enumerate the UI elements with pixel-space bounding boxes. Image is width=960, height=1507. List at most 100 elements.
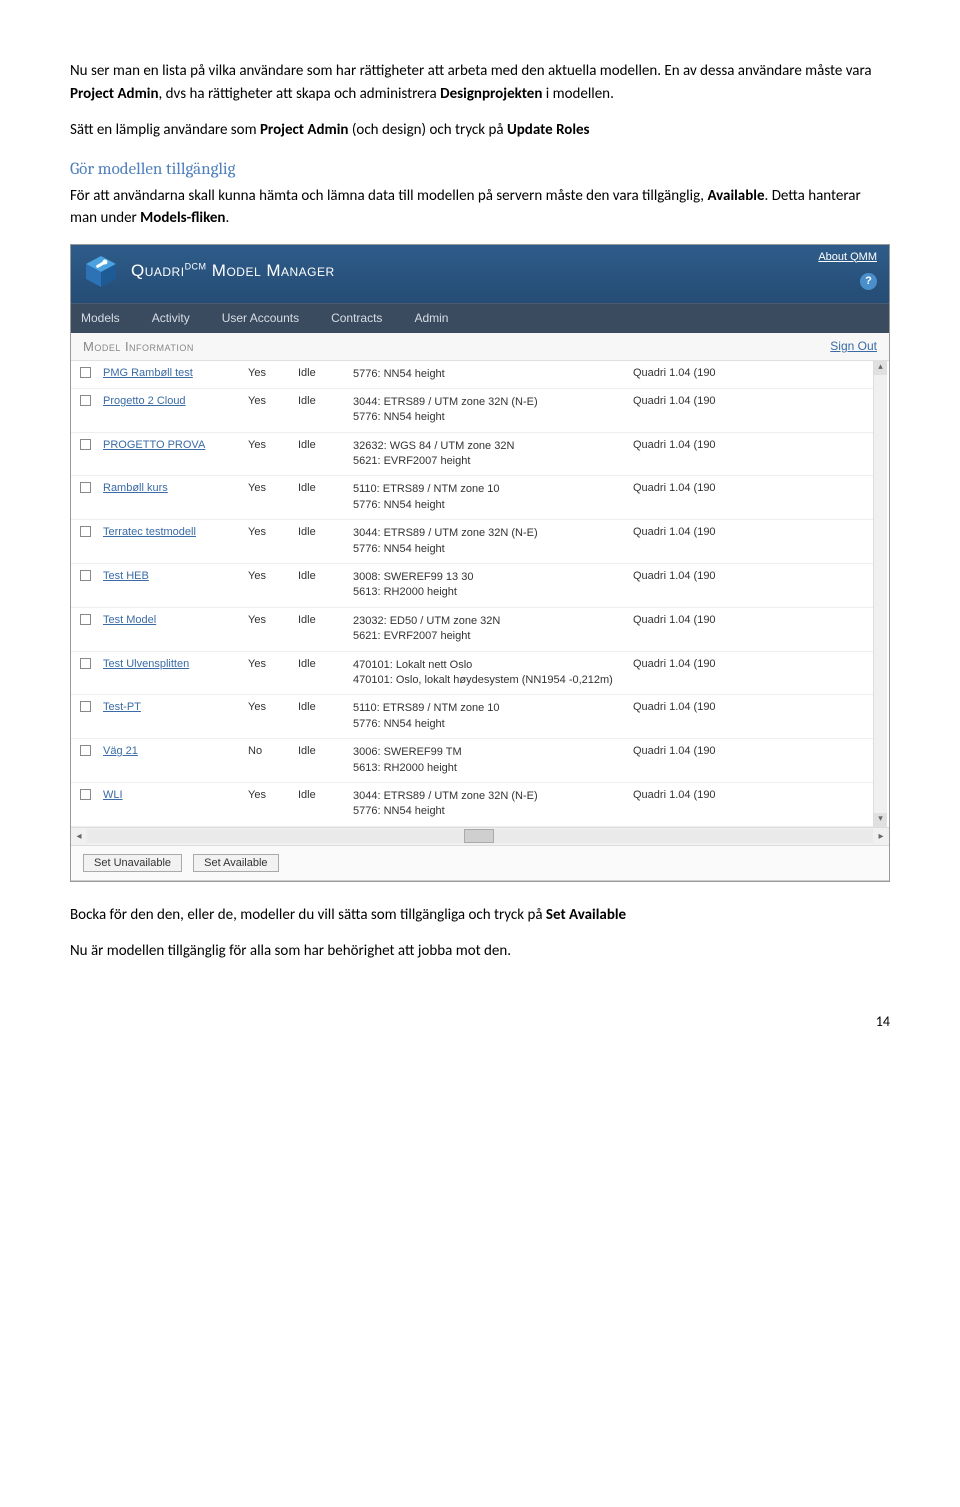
cell-available: Yes [244, 388, 294, 432]
horizontal-scrollbar[interactable]: ◂ ▸ [71, 827, 889, 845]
app-logo-area: QuadriDCM Model Manager [71, 245, 889, 297]
cell-crs: 3044: ETRS89 / UTM zone 32N (N-E)5776: N… [349, 388, 629, 432]
nav-contracts[interactable]: Contracts [331, 311, 382, 325]
nav-admin[interactable]: Admin [414, 311, 448, 325]
text: Sätt en lämplig användare som [70, 121, 260, 139]
cell-feature-catalogue: Quadri 1.04 (190 [629, 739, 874, 783]
cell-activity: Idle [294, 739, 349, 783]
set-unavailable-button[interactable]: Set Unavailable [83, 854, 182, 872]
cell-feature-catalogue: Quadri 1.04 (190 [629, 607, 874, 651]
cell-activity: Idle [294, 564, 349, 608]
text-bold: Set Available [546, 906, 626, 924]
vertical-scrollbar[interactable]: ▴ ▾ [873, 361, 887, 827]
row-checkbox[interactable] [80, 701, 91, 712]
cell-available: Yes [244, 361, 294, 389]
nav-models[interactable]: Models [81, 311, 120, 325]
page-number: 14 [70, 1013, 890, 1030]
text: Nu ser man en lista på vilka användare s… [70, 62, 872, 80]
section-title: Model Information [83, 339, 194, 354]
sign-out-link[interactable]: Sign Out [830, 339, 877, 353]
row-checkbox[interactable] [80, 614, 91, 625]
help-icon[interactable]: ? [860, 273, 877, 290]
app-header: QuadriDCM Model Manager About QMM ? [71, 245, 889, 303]
cell-feature-catalogue: Quadri 1.04 (190 [629, 564, 874, 608]
nav-activity[interactable]: Activity [152, 311, 190, 325]
cell-feature-catalogue: Quadri 1.04 (190 [629, 695, 874, 739]
cell-feature-catalogue: Quadri 1.04 (190 [629, 651, 874, 695]
cell-available: Yes [244, 476, 294, 520]
row-checkbox[interactable] [80, 570, 91, 581]
table-row: Test ModelYesIdle23032: ED50 / UTM zone … [71, 607, 874, 651]
row-checkbox[interactable] [80, 789, 91, 800]
cell-activity: Idle [294, 520, 349, 564]
text: . [225, 209, 229, 227]
cell-crs: 5110: ETRS89 / NTM zone 105776: NN54 hei… [349, 476, 629, 520]
row-checkbox[interactable] [80, 745, 91, 756]
cell-crs: 5110: ETRS89 / NTM zone 105776: NN54 hei… [349, 695, 629, 739]
scroll-right-icon[interactable]: ▸ [873, 831, 889, 842]
scroll-track[interactable] [87, 829, 873, 843]
model-name-link[interactable]: PMG Rambøll test [103, 367, 193, 379]
paragraph-2: Sätt en lämplig användare som Project Ad… [70, 119, 890, 142]
action-bar: Set Unavailable Set Available [71, 845, 889, 881]
text: , dvs ha rättigheter att skapa och admin… [159, 85, 441, 103]
table-row: Terratec testmodellYesIdle3044: ETRS89 /… [71, 520, 874, 564]
row-checkbox[interactable] [80, 367, 91, 378]
table-row: Test HEBYesIdle3008: SWEREF99 13 305613:… [71, 564, 874, 608]
row-checkbox[interactable] [80, 482, 91, 493]
model-name-link[interactable]: Test-PT [103, 701, 141, 713]
model-table: PMG Rambøll testYesIdle5776: NN54 height… [71, 361, 874, 827]
scroll-left-icon[interactable]: ◂ [71, 831, 87, 842]
cell-feature-catalogue: Quadri 1.04 (190 [629, 388, 874, 432]
cell-feature-catalogue: Quadri 1.04 (190 [629, 361, 874, 389]
model-name-link[interactable]: Test HEB [103, 570, 149, 582]
scroll-up-icon[interactable]: ▴ [874, 361, 887, 375]
about-link[interactable]: About QMM [818, 251, 877, 263]
cell-crs: 3044: ETRS89 / UTM zone 32N (N-E)5776: N… [349, 782, 629, 826]
paragraph-3: För att användarna skall kunna hämta och… [70, 185, 890, 230]
set-available-button[interactable]: Set Available [193, 854, 278, 872]
text-bold: Designprojekten [440, 85, 542, 103]
cell-activity: Idle [294, 695, 349, 739]
table-row: PMG Rambøll test YesIdle5776: NN54 height… [71, 361, 874, 389]
cell-available: Yes [244, 695, 294, 739]
row-checkbox[interactable] [80, 658, 91, 669]
nav-user-accounts[interactable]: User Accounts [222, 311, 299, 325]
heading-make-available: Gör modellen tillgänglig [70, 160, 890, 179]
cell-available: Yes [244, 564, 294, 608]
model-name-link[interactable]: Test Ulvensplitten [103, 658, 189, 670]
model-name-link[interactable]: WLI [103, 789, 123, 801]
cell-available: Yes [244, 520, 294, 564]
cell-activity: Idle [294, 476, 349, 520]
text-bold: Available [707, 187, 764, 205]
table-row: Rambøll kurs YesIdle5110: ETRS89 / NTM zo… [71, 476, 874, 520]
model-name-link[interactable]: Test Model [103, 614, 156, 626]
model-name-link[interactable]: Rambøll kurs [103, 482, 168, 494]
model-name-link[interactable]: Progetto 2 Cloud [103, 395, 186, 407]
scroll-down-icon[interactable]: ▾ [874, 813, 887, 827]
app-title: QuadriDCM Model Manager [131, 261, 335, 281]
model-name-link[interactable]: Väg 21 [103, 745, 138, 757]
cell-activity: Idle [294, 361, 349, 389]
cell-feature-catalogue: Quadri 1.04 (190 [629, 432, 874, 476]
row-checkbox[interactable] [80, 439, 91, 450]
text: För att användarna skall kunna hämta och… [70, 187, 707, 205]
row-checkbox[interactable] [80, 526, 91, 537]
paragraph-1: Nu ser man en lista på vilka användare s… [70, 60, 890, 105]
model-name-link[interactable]: Terratec testmodell [103, 526, 196, 538]
text-bold: Project Admin [70, 85, 159, 103]
cell-crs: 23032: ED50 / UTM zone 32N5621: EVRF2007… [349, 607, 629, 651]
table-row: Test-PT YesIdle5110: ETRS89 / NTM zone 10… [71, 695, 874, 739]
row-checkbox[interactable] [80, 395, 91, 406]
cell-crs: 3006: SWEREF99 TM5613: RH2000 height [349, 739, 629, 783]
sub-header: Model Information Sign Out [71, 333, 889, 361]
scroll-thumb[interactable] [464, 829, 494, 843]
cell-activity: Idle [294, 388, 349, 432]
cell-crs: 470101: Lokalt nett Oslo470101: Oslo, lo… [349, 651, 629, 695]
cell-crs: 32632: WGS 84 / UTM zone 32N5621: EVRF20… [349, 432, 629, 476]
model-name-link[interactable]: PROGETTO PROVA [103, 439, 205, 451]
text: Nu är modellen tillgänglig för alla som … [70, 942, 511, 960]
text-bold: Update Roles [507, 121, 590, 139]
cell-activity: Idle [294, 432, 349, 476]
cell-crs: 5776: NN54 height [349, 361, 629, 389]
